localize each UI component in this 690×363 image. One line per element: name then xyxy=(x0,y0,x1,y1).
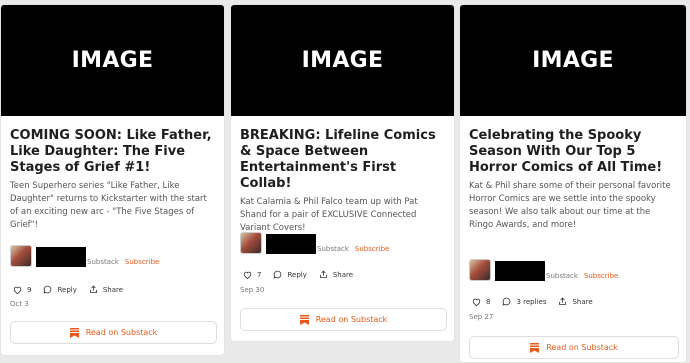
publisher-label: Substack xyxy=(546,272,578,280)
publisher-label: Substack xyxy=(87,258,119,266)
read-on-substack-button[interactable]: Read on Substack xyxy=(10,321,217,344)
substack-logo-icon xyxy=(530,342,540,353)
share-label: Share xyxy=(572,297,593,306)
post-card[interactable]: IMAGE COMING SOON: Like Father, Like Dau… xyxy=(0,4,225,356)
post-title[interactable]: COMING SOON: Like Father, Like Daughter:… xyxy=(10,128,215,176)
reply-button[interactable]: Reply xyxy=(43,285,77,294)
post-date: Oct 3 xyxy=(10,300,29,308)
post-image[interactable]: IMAGE xyxy=(460,5,686,116)
post-actions: 8 3 replies Share xyxy=(472,297,605,306)
subscribe-link[interactable]: Subscribe xyxy=(355,245,389,253)
like-button[interactable]: 8 xyxy=(472,298,490,306)
read-button-label: Read on Substack xyxy=(85,328,158,337)
post-actions: 9 Reply Share xyxy=(13,285,135,294)
redacted-author-name xyxy=(266,234,316,254)
like-button[interactable]: 9 xyxy=(13,286,31,294)
image-placeholder-label: IMAGE xyxy=(71,48,154,73)
post-date: Sep 30 xyxy=(240,286,265,294)
redacted-author-name xyxy=(495,261,545,281)
share-label: Share xyxy=(102,285,124,294)
subscribe-link[interactable]: Subscribe xyxy=(125,258,159,266)
redacted-author-name xyxy=(36,247,86,267)
like-count: 7 xyxy=(257,270,262,279)
post-date: Sep 27 xyxy=(469,313,494,321)
post-description: Teen Superhero series "Like Father, Like… xyxy=(10,181,207,230)
author-row: Substack Subscribe xyxy=(10,243,159,267)
reply-label: 3 replies xyxy=(516,297,547,306)
post-actions: 7 Reply Share xyxy=(243,270,365,279)
like-count: 8 xyxy=(486,297,491,306)
read-on-substack-button[interactable]: Read on Substack xyxy=(469,336,679,359)
author-avatar[interactable] xyxy=(10,245,32,267)
heart-icon xyxy=(13,286,22,294)
post-title[interactable]: BREAKING: Lifeline Comics & Space Betwee… xyxy=(240,128,445,192)
substack-logo-icon xyxy=(299,314,309,325)
substack-logo-icon xyxy=(69,327,79,338)
reply-label: Reply xyxy=(287,270,307,279)
heart-icon xyxy=(472,298,481,306)
share-icon xyxy=(319,270,327,278)
like-count: 9 xyxy=(27,285,32,294)
read-button-label: Read on Substack xyxy=(546,343,618,352)
reply-label: Reply xyxy=(57,285,77,294)
share-button[interactable]: Share xyxy=(558,297,593,306)
share-icon xyxy=(89,285,97,293)
comment-icon xyxy=(503,297,511,306)
image-placeholder-label: IMAGE xyxy=(532,48,614,73)
share-button[interactable]: Share xyxy=(89,285,123,294)
heart-icon xyxy=(243,271,252,279)
read-button-label: Read on Substack xyxy=(315,315,388,324)
like-button[interactable]: 7 xyxy=(243,271,261,279)
author-avatar[interactable] xyxy=(240,232,262,254)
comment-icon xyxy=(44,285,52,294)
read-on-substack-button[interactable]: Read on Substack xyxy=(240,308,447,331)
author-row: Substack Subscribe xyxy=(469,257,618,281)
post-description: Kat & Phil share some of their personal … xyxy=(469,181,671,230)
image-placeholder-label: IMAGE xyxy=(301,48,384,73)
post-image[interactable]: IMAGE xyxy=(231,5,454,116)
publisher-label: Substack xyxy=(317,245,349,253)
reply-button[interactable]: Reply xyxy=(273,270,307,279)
share-label: Share xyxy=(332,270,354,279)
subscribe-link[interactable]: Subscribe xyxy=(584,272,618,280)
post-card[interactable]: IMAGE Celebrating the Spooky Season With… xyxy=(459,4,687,363)
comment-icon xyxy=(274,270,282,279)
author-avatar[interactable] xyxy=(469,259,491,281)
post-card[interactable]: IMAGE BREAKING: Lifeline Comics & Space … xyxy=(230,4,455,342)
reply-button[interactable]: 3 replies xyxy=(502,297,546,306)
share-button[interactable]: Share xyxy=(319,270,353,279)
share-icon xyxy=(559,297,567,305)
post-image[interactable]: IMAGE xyxy=(1,5,224,116)
post-title[interactable]: Celebrating the Spooky Season With Our T… xyxy=(469,128,677,176)
author-row: Substack Subscribe xyxy=(240,230,389,254)
